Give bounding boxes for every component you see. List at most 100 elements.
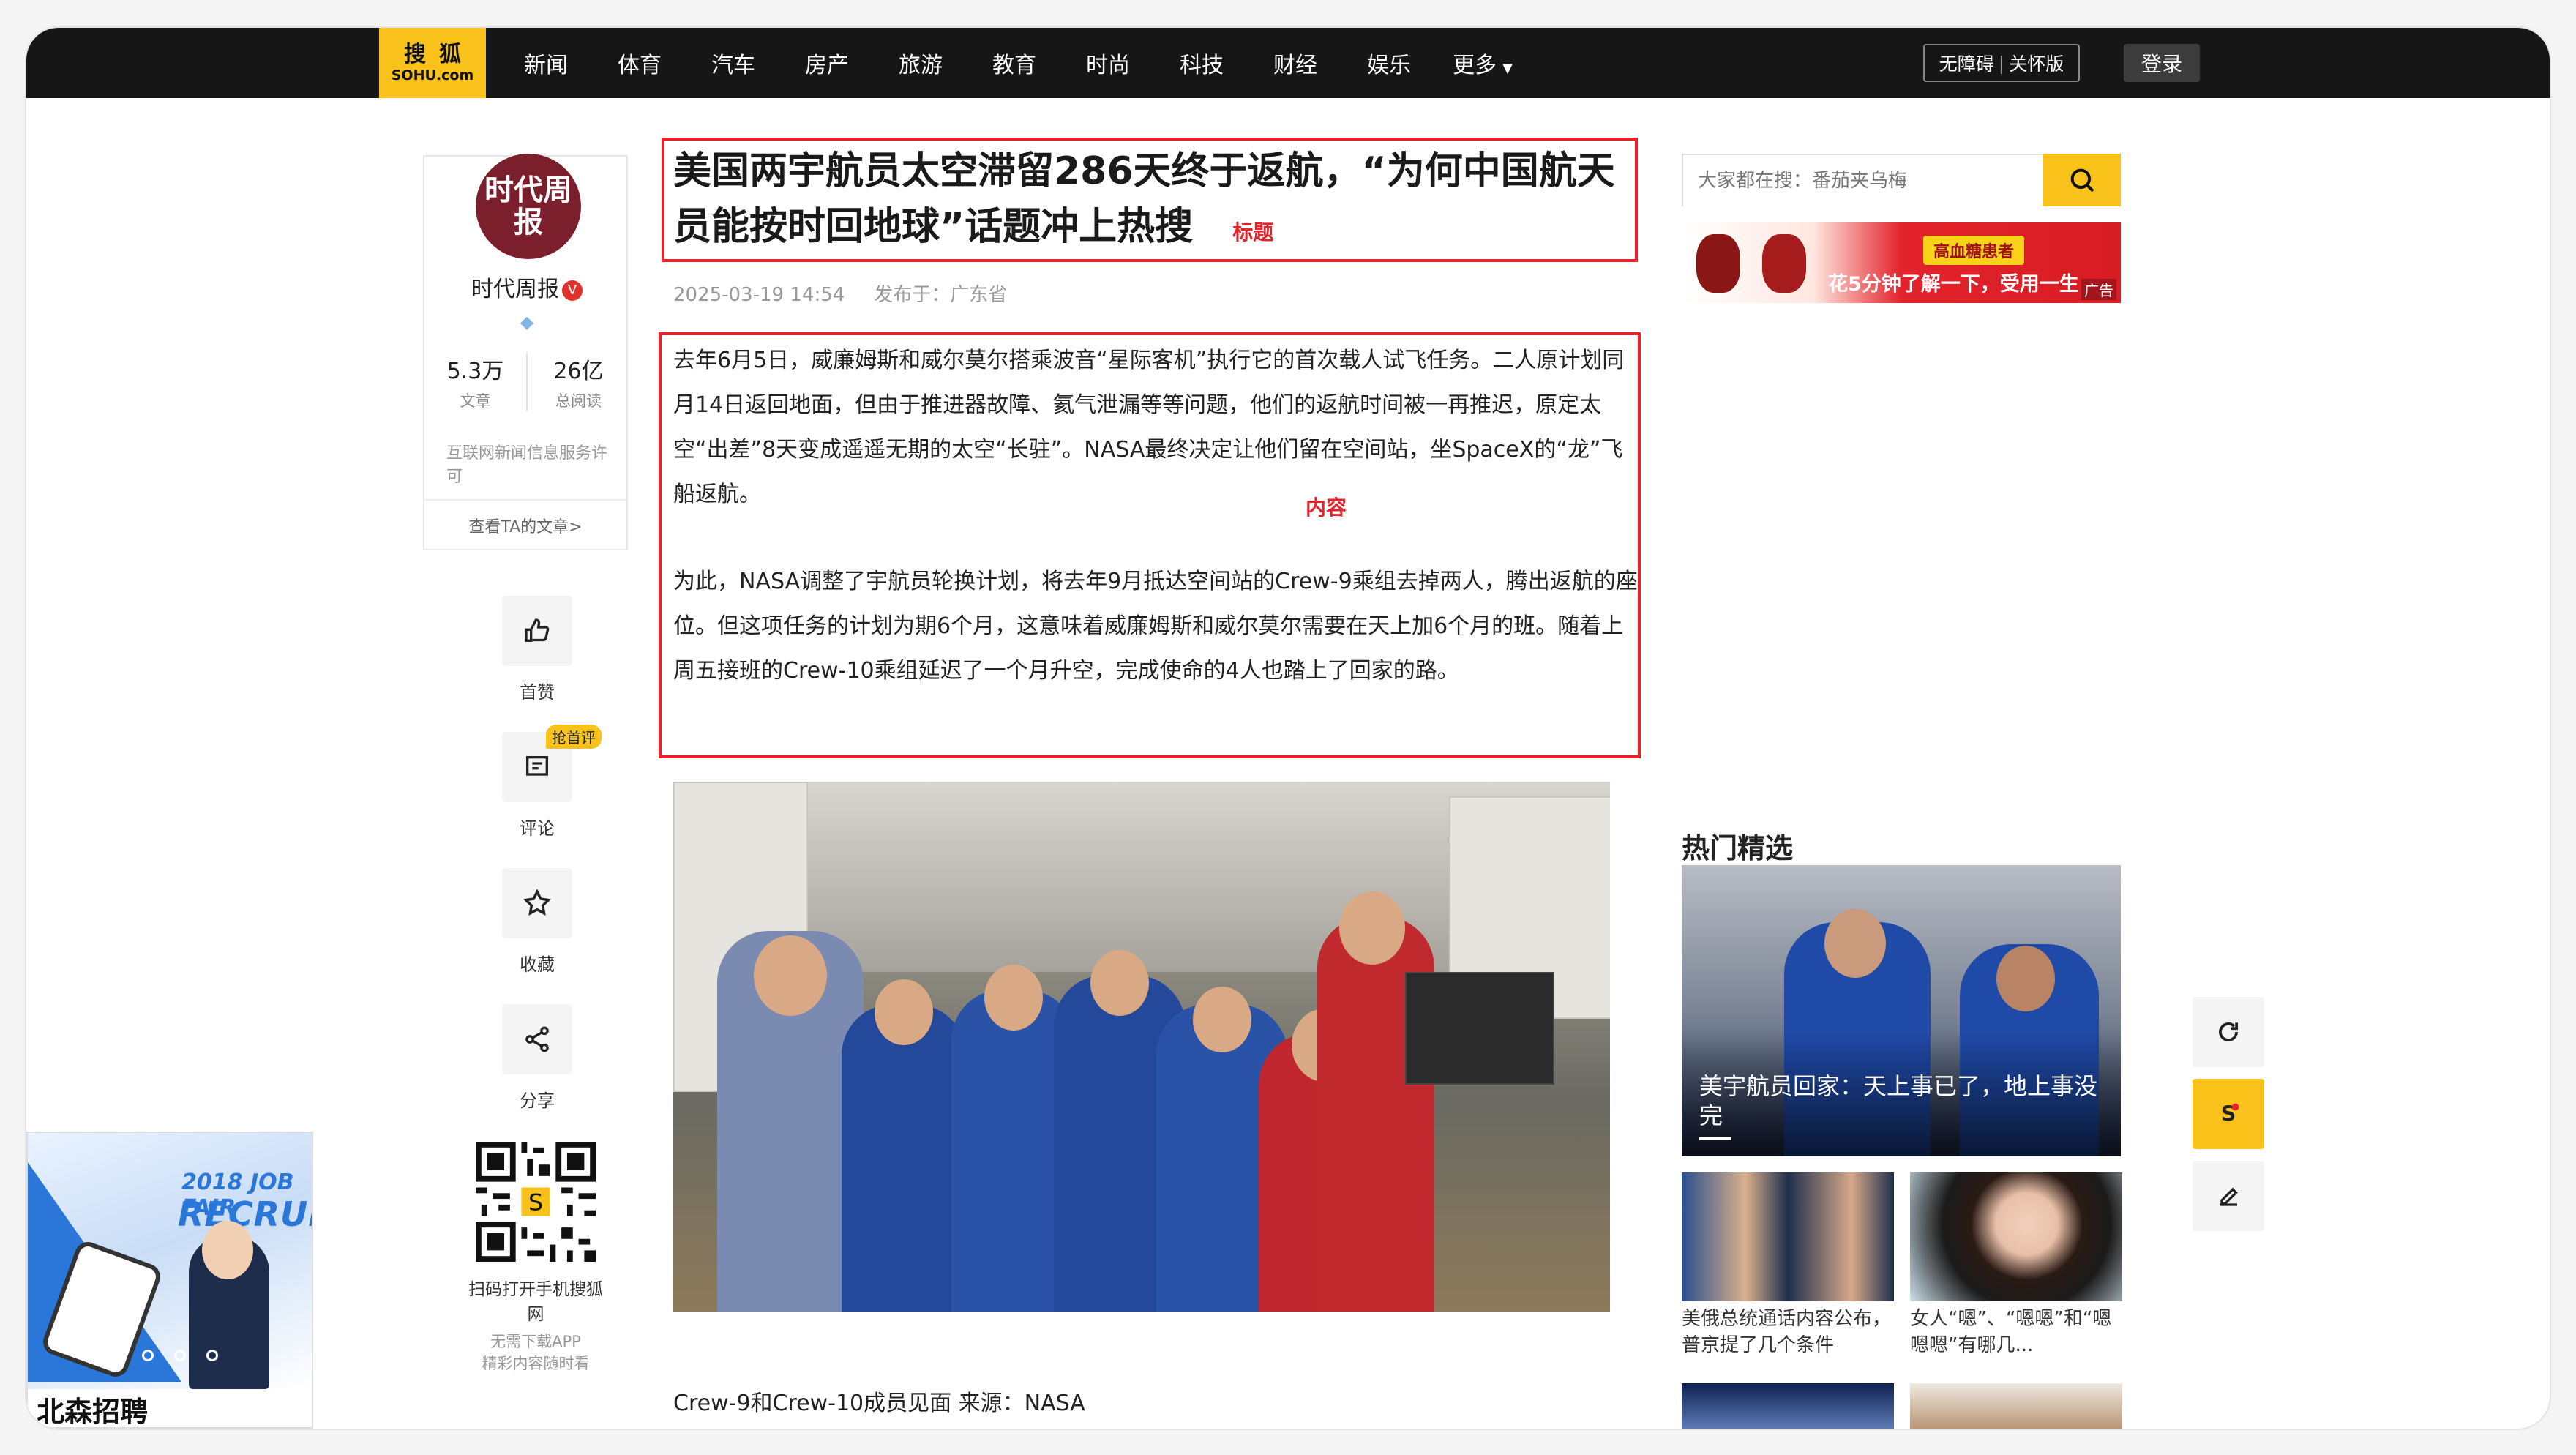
- hot-item-thumbnail[interactable]: [1682, 1383, 1894, 1429]
- qr-sub1: 无需下载APP: [490, 1333, 581, 1350]
- sohu-app-button[interactable]: S: [2193, 1079, 2264, 1149]
- share-action[interactable]: 分享: [489, 1004, 585, 1140]
- refresh-button[interactable]: [2193, 997, 2264, 1067]
- nav-more-menu[interactable]: 更多 ▼: [1436, 47, 1530, 79]
- nav-menu: 新闻 体育 汽车 房产 旅游 教育 时尚 科技 财经 娱乐 更多 ▼: [499, 28, 1530, 98]
- logo-domain: SOHU.com: [391, 67, 474, 83]
- view-author-articles-link[interactable]: 查看TA的文章>: [424, 499, 626, 550]
- logo-text: 搜狐: [404, 42, 474, 67]
- astronaut-head: [1339, 891, 1405, 965]
- search-icon: [2070, 168, 2094, 192]
- accessibility-link[interactable]: 无障碍: [1939, 50, 1994, 76]
- hot-picks-heading: 热门精选: [1682, 832, 1794, 864]
- article-title-text: 美国两宇航员太空滞留286天终于返航，“为何中国航天员能按时回地球”话题冲上热搜: [673, 149, 1615, 249]
- care-mode-link[interactable]: 关怀版: [2009, 50, 2064, 76]
- svg-text:S: S: [528, 1190, 543, 1216]
- stat-reads: 26亿 总阅读: [526, 353, 629, 411]
- sohu-logo[interactable]: 搜狐 SOHU.com: [379, 28, 486, 98]
- astronaut-head: [1824, 909, 1886, 978]
- carousel-dots: [110, 1350, 218, 1361]
- caret-down-icon: ▼: [1502, 61, 1513, 76]
- content-annotation-label: 内容: [1306, 495, 1347, 520]
- ad-badge: 高血糖患者: [1923, 236, 2025, 265]
- ad-tag: 广告: [2081, 279, 2116, 300]
- nav-item-education[interactable]: 教育: [967, 47, 1061, 79]
- article-meta: 2025-03-19 14:54 发布于：广东省: [673, 280, 1007, 307]
- articles-label: 文章: [460, 392, 491, 410]
- nav-item-fashion[interactable]: 时尚: [1061, 47, 1155, 79]
- ad-text: 花5分钟了解一下，受用一生: [1828, 273, 2079, 296]
- mobile-qr-block: S 扫码打开手机搜狐网 无需下载APP 精彩内容随时看: [463, 1142, 609, 1374]
- search-button[interactable]: [2043, 154, 2121, 206]
- reads-label: 总阅读: [555, 392, 602, 410]
- license-link[interactable]: 互联网新闻信息服务许可: [446, 442, 615, 489]
- floating-recruit-ad[interactable]: 2018 JOB FAIR RECRUIT 北森招聘: [26, 1132, 313, 1429]
- paragraph: 去年6月5日，威廉姆斯和威尔莫尔搭乘波音“星际客机”执行它的首次载人试飞任务。二…: [673, 348, 1625, 507]
- publish-date: 2025-03-19 14:54: [673, 284, 845, 306]
- author-avatar[interactable]: 时代周报: [476, 154, 581, 259]
- article-body: 去年6月5日，威廉姆斯和威尔莫尔搭乘波音“星际客机”执行它的首次载人试飞任务。二…: [673, 338, 1638, 693]
- carousel-dot[interactable]: [110, 1350, 121, 1361]
- refresh-icon: [2219, 1022, 2238, 1041]
- nav-item-sports[interactable]: 体育: [593, 47, 686, 79]
- carousel-dot[interactable]: [142, 1350, 154, 1361]
- comment-label: 评论: [520, 818, 555, 839]
- first-comment-badge: 抢首评: [546, 725, 602, 749]
- article-actions: 首赞 抢首评 评论 收藏 分享: [489, 596, 602, 1140]
- laptop: [1405, 972, 1554, 1085]
- hot-item-thumbnail[interactable]: [1682, 1172, 1894, 1301]
- sidebar-ad-banner[interactable]: 高血糖患者 花5分钟了解一下，受用一生 广告: [1682, 222, 2121, 303]
- author-card: 时代周报 时代周报 V ◆ 5.3万 文章 26亿 总阅读 互联网新闻信息服务许可…: [423, 154, 629, 550]
- star-icon: [502, 868, 572, 938]
- title-annotation-label: 标题: [1232, 220, 1274, 244]
- astronaut-head: [1996, 946, 2055, 1011]
- hot-item-title[interactable]: 美俄总统通话内容公布，普京提了几个条件: [1682, 1306, 1901, 1358]
- qr-title: 扫码打开手机搜狐网: [468, 1280, 603, 1324]
- nav-item-finance[interactable]: 财经: [1248, 47, 1342, 79]
- hot-item-title[interactable]: 女人“嗯”、“嗯嗯”和“嗯嗯嗯”有哪几...: [1910, 1306, 2130, 1358]
- carousel-dot[interactable]: [174, 1350, 186, 1361]
- accessibility-toggle[interactable]: 无障碍 | 关怀版: [1923, 44, 2080, 82]
- author-name-row: 时代周报 V: [424, 271, 629, 303]
- ad-person-face: [202, 1221, 253, 1279]
- carousel-indicator: [1699, 1137, 1731, 1140]
- top-navigation-bar: 搜狐 SOHU.com 新闻 体育 汽车 房产 旅游 教育 时尚 科技 财经 娱…: [26, 28, 2550, 98]
- hot-item-thumbnail[interactable]: [1910, 1172, 2122, 1301]
- floating-toolbar: S: [2193, 997, 2264, 1243]
- astronaut-head: [984, 965, 1043, 1031]
- carousel-dot[interactable]: [206, 1350, 218, 1361]
- search-box: [1682, 154, 2121, 206]
- hot-feature-card[interactable]: 美宇航员回家：天上事已了，地上事没完: [1682, 865, 2121, 1156]
- ad-illustration: [1696, 234, 1740, 293]
- publish-location: 发布于：广东省: [874, 284, 1008, 306]
- favorite-action[interactable]: 收藏: [489, 868, 585, 1004]
- article-title: 美国两宇航员太空滞留286天终于返航，“为何中国航天员能按时回地球”话题冲上热搜…: [673, 143, 1632, 261]
- astronaut: [842, 1004, 966, 1312]
- author-name[interactable]: 时代周报: [471, 277, 559, 302]
- ad-illustration: [1762, 234, 1806, 293]
- astronaut-head: [1193, 987, 1251, 1052]
- astronaut-head: [1090, 950, 1149, 1016]
- like-action[interactable]: 首赞: [489, 596, 585, 732]
- hot-item-thumbnail[interactable]: [1910, 1383, 2122, 1429]
- article-image[interactable]: [673, 782, 1610, 1312]
- nav-item-tech[interactable]: 科技: [1155, 47, 1248, 79]
- like-label: 首赞: [520, 682, 555, 703]
- nav-item-house[interactable]: 房产: [780, 47, 874, 79]
- diamond-icon: ◆: [520, 312, 534, 332]
- comment-action[interactable]: 抢首评 评论: [489, 725, 602, 868]
- nav-item-auto[interactable]: 汽车: [686, 47, 780, 79]
- nav-item-travel[interactable]: 旅游: [874, 47, 967, 79]
- nav-item-entertainment[interactable]: 娱乐: [1342, 47, 1436, 79]
- astronaut-head: [875, 979, 933, 1045]
- pencil-icon: [2220, 1187, 2238, 1206]
- verified-icon: V: [562, 280, 583, 301]
- qr-sub2: 精彩内容随时看: [482, 1355, 590, 1372]
- ad-recruit-text: RECRUIT: [178, 1194, 312, 1234]
- search-input[interactable]: [1683, 155, 2058, 206]
- nav-item-news[interactable]: 新闻: [499, 47, 593, 79]
- write-button[interactable]: [2193, 1161, 2264, 1231]
- ad-caption: 北森招聘: [37, 1396, 149, 1428]
- login-button[interactable]: 登录: [2124, 44, 2200, 82]
- thumbs-up-icon: [502, 596, 572, 666]
